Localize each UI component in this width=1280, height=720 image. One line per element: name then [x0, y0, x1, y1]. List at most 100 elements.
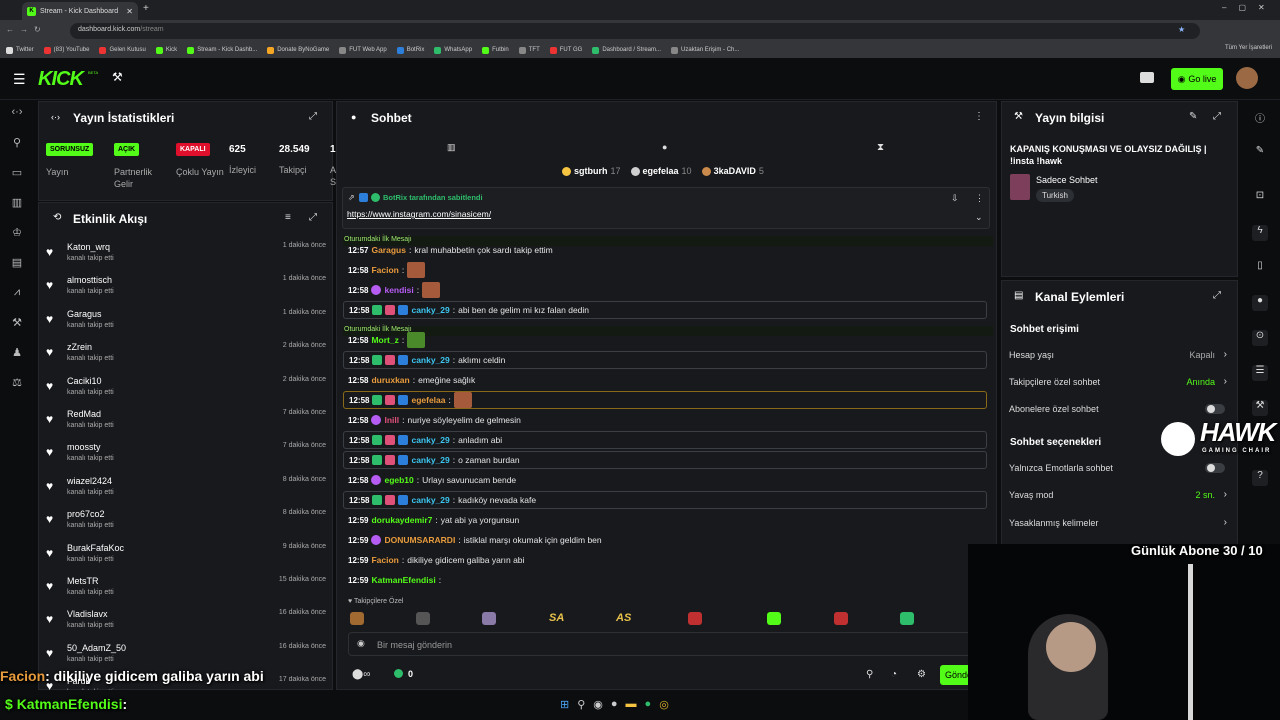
channel-setting-row[interactable]: Takipçilere özel sohbet Anında › [1009, 376, 1229, 391]
channel-setting-row[interactable]: Yasaklanmış kelimeler › [1009, 517, 1229, 532]
activity-popout-icon[interactable]: ⤢ [309, 212, 317, 223]
help-icon[interactable]: ? [1252, 470, 1268, 486]
chat-side-icon[interactable]: ● [1252, 295, 1268, 311]
emote-icon[interactable] [834, 612, 848, 625]
stats-nav-icon[interactable]: ▥ [9, 196, 25, 212]
message-username[interactable]: canky_29 [411, 305, 449, 315]
tool-side-icon[interactable]: ⚒ [1252, 400, 1268, 416]
message-username[interactable]: DONUMSARARDI [384, 535, 455, 545]
moderation-nav-icon[interactable]: ⚖ [9, 376, 25, 392]
pencil-icon[interactable]: ✎ [1252, 145, 1268, 161]
message-username[interactable]: kendisi [384, 285, 413, 295]
bookmark-item[interactable]: Kick [155, 46, 177, 54]
activity-username[interactable]: Vladislavx [67, 609, 108, 619]
toggle-switch[interactable] [1205, 463, 1225, 473]
activity-username[interactable]: pro67co2 [67, 509, 105, 519]
activity-username[interactable]: RedMad [67, 409, 101, 419]
close-tab-icon[interactable]: ✕ [126, 7, 133, 16]
activity-username[interactable]: almosttisch [67, 275, 112, 285]
new-tab-icon[interactable]: + [143, 3, 149, 14]
info-popout-icon[interactable]: ⤢ [1213, 111, 1221, 122]
bookmark-item[interactable]: Gelen Kutusu [99, 46, 146, 54]
channel-setting-row[interactable]: Yalnızca Emotlarla sohbet [1009, 463, 1229, 477]
chat-settings-icon[interactable]: ⚙ [917, 669, 926, 680]
message-username[interactable]: egeb10 [384, 475, 413, 485]
emote-icon[interactable] [350, 612, 364, 625]
message-username[interactable]: KatmanEfendisi [371, 575, 435, 585]
bookmark-item[interactable]: FUT Web App [339, 46, 387, 54]
pinned-link[interactable]: https://www.instagram.com/sinasicem/ [347, 209, 491, 219]
expand-chevron-icon[interactable]: ⌄ [975, 212, 983, 223]
taskbar-discord-icon[interactable]: ● [611, 698, 618, 718]
message-username[interactable]: canky_29 [411, 355, 449, 365]
activity-username[interactable]: wiazel2424 [67, 476, 112, 486]
bolt-icon[interactable]: ϟ [1252, 225, 1268, 241]
bookmark-item[interactable]: TFT [518, 46, 540, 54]
wrench-nav-icon[interactable]: ⚒ [9, 316, 25, 332]
activity-username[interactable]: zZrein [67, 342, 92, 352]
chat-input[interactable]: ◉ Bir mesaj gönderin [348, 632, 974, 656]
activity-username[interactable]: Caciki10 [67, 376, 102, 386]
stream-nav-icon[interactable]: ‹·› [9, 106, 25, 122]
unpin-icon[interactable]: ⇩ [951, 193, 959, 204]
message-username[interactable]: egefelaa [411, 395, 445, 405]
activity-username[interactable]: Katon_wrq [67, 242, 110, 252]
message-username[interactable]: Inill [384, 415, 399, 425]
toggle-switch[interactable] [1205, 404, 1225, 414]
activity-username[interactable]: moossty [67, 442, 101, 452]
message-username[interactable]: Mort_z [371, 335, 398, 345]
bookmark-item[interactable]: Uzaktan Erişim - Ch... [671, 46, 739, 54]
menu-icon[interactable]: ☰ [13, 71, 26, 88]
channel-setting-row[interactable]: Yavaş mod 2 sn. › [1009, 489, 1229, 504]
message-username[interactable]: Facion [371, 555, 398, 565]
analytics-nav-icon[interactable]: ⩘ [9, 286, 25, 302]
taskbar-folder-icon[interactable]: ▬ [626, 698, 637, 718]
filter-icon[interactable]: ≡ [285, 212, 291, 223]
all-bookmarks[interactable]: Tüm Yer İşaretleri [1225, 45, 1272, 51]
chat-menu-icon[interactable]: ⋮ [974, 111, 984, 122]
layers-icon[interactable]: ☰ [1252, 365, 1268, 381]
pinned-members-icon[interactable]: ⬤∞ [352, 669, 370, 680]
bookmark-item[interactable]: (83) YouTube [43, 46, 89, 54]
link-nav-icon[interactable]: ⚲ [9, 136, 25, 152]
activity-username[interactable]: BurakFafaKoc [67, 543, 124, 553]
bookmark-item[interactable]: Futbin [482, 46, 509, 54]
emote-text[interactable]: AS [616, 612, 631, 624]
chevron-right-icon[interactable]: › [1224, 517, 1227, 528]
edit-icon[interactable]: ✎ [1189, 111, 1197, 122]
message-username[interactable]: duruxkan [371, 375, 409, 385]
actions-popout-icon[interactable]: ⤢ [1213, 290, 1221, 301]
message-username[interactable]: dorukaydemir7 [371, 515, 432, 525]
windows-start-icon[interactable]: ⊞ [560, 698, 569, 718]
address-field[interactable]: dashboard.kick.com/stream [70, 23, 1200, 39]
channel-setting-row[interactable]: Hesap yaşı Kapalı › [1009, 349, 1229, 364]
taskbar-search-icon[interactable]: ⚲ [577, 698, 585, 718]
browser-tab-active[interactable]: K Stream - Kick Dashboard ✕ [22, 2, 138, 20]
bookmark-item[interactable]: Dashboard / Stream... [592, 46, 661, 54]
tools-icon[interactable]: ⚒ [112, 70, 123, 84]
community-nav-icon[interactable]: ♟ [9, 346, 25, 362]
chevron-right-icon[interactable]: › [1224, 349, 1227, 360]
top-chatter[interactable]: egefelaa 10 [630, 165, 692, 177]
chevron-right-icon[interactable]: › [1224, 489, 1227, 500]
bookmark-item[interactable]: Twitter [6, 46, 34, 54]
activity-username[interactable]: Garagus [67, 309, 102, 319]
emote-text[interactable]: SA [549, 612, 564, 624]
media-nav-icon[interactable]: ▤ [9, 256, 25, 272]
message-username[interactable]: canky_29 [411, 435, 449, 445]
broadcast-side-icon[interactable]: ⊙ [1252, 330, 1268, 346]
info-icon[interactable]: ⓘ [1252, 110, 1268, 126]
activity-username[interactable]: MetsTR [67, 576, 99, 586]
top-chatter[interactable]: sgtburh 17 [562, 165, 621, 177]
pinned-menu-icon[interactable]: ⋮ [975, 193, 984, 204]
go-live-button[interactable]: ◉ Go live [1171, 68, 1223, 90]
nav-arrows-icon[interactable]: ←→↻ [6, 25, 47, 34]
emote-icon[interactable] [482, 612, 496, 625]
creator-icon[interactable] [1140, 72, 1154, 83]
video-nav-icon[interactable]: ▭ [9, 166, 25, 182]
bookmark-item[interactable]: BotRix [396, 46, 424, 54]
chat-users-icon[interactable]: ◔ [891, 669, 897, 680]
chat-search-icon[interactable]: ⚲ [866, 669, 873, 680]
emote-icon[interactable] [688, 612, 702, 625]
emote-icon[interactable] [767, 612, 781, 625]
